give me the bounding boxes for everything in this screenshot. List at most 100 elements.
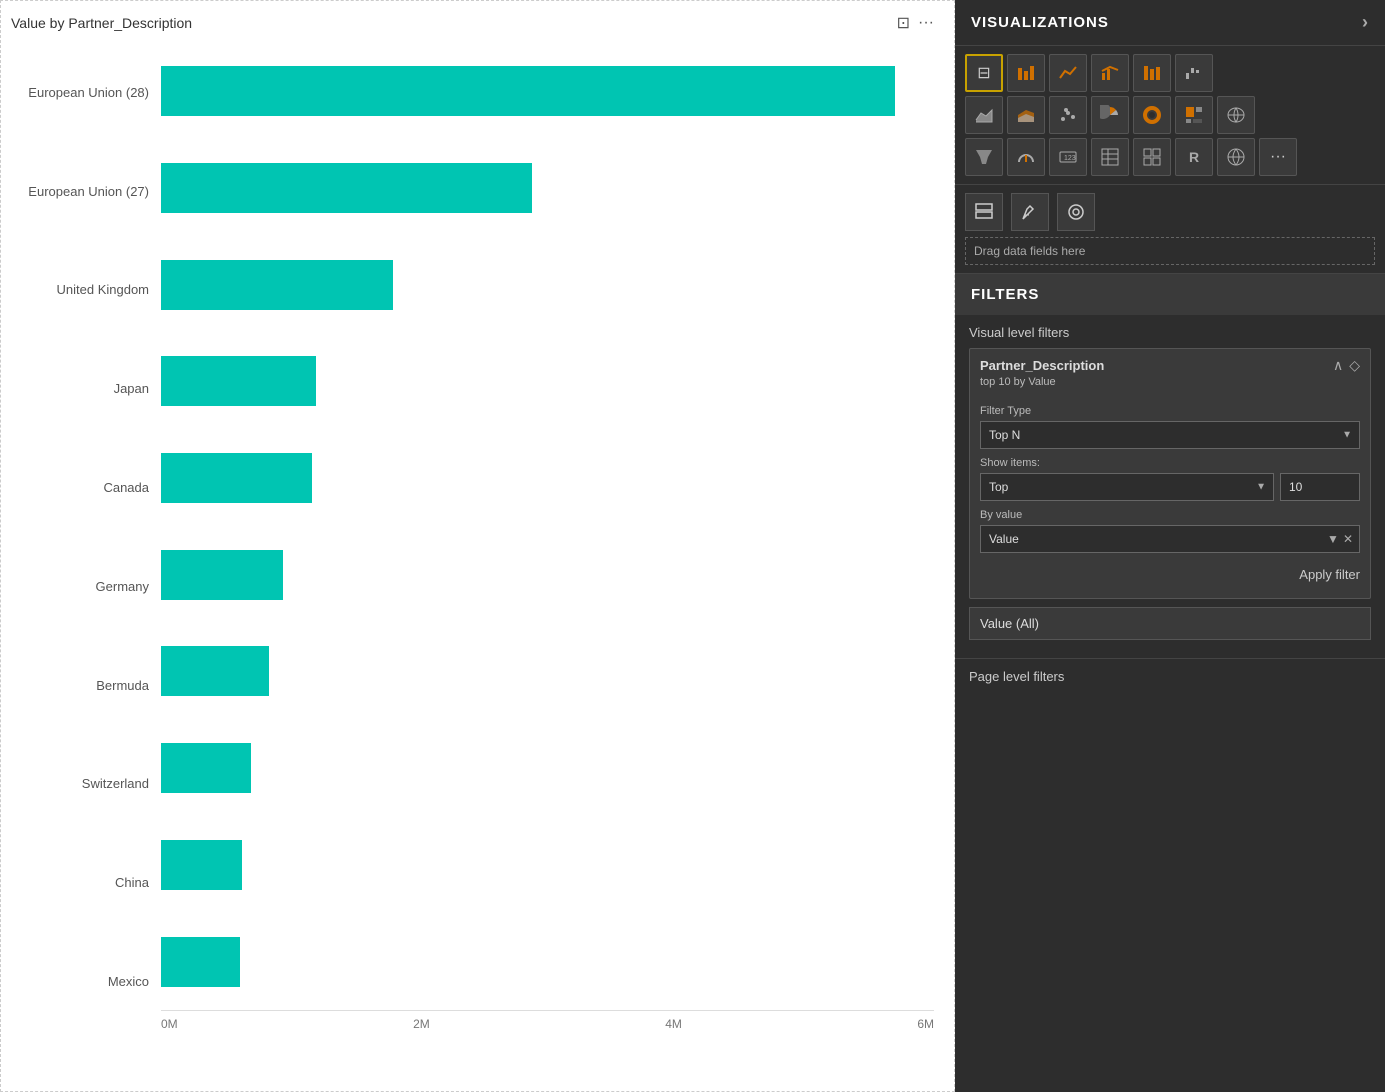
viz-icon-stacked-area[interactable]	[1007, 96, 1045, 134]
x-axis-label: 0M	[161, 1017, 178, 1031]
visualizations-chevron[interactable]: ›	[1362, 12, 1369, 33]
viz-icon-card[interactable]: 123	[1049, 138, 1087, 176]
by-value-clear-icon[interactable]: ✕	[1343, 532, 1353, 546]
viz-icon-funnel[interactable]	[965, 138, 1003, 176]
viz-icon-stacked-bar[interactable]	[1133, 54, 1171, 92]
filter-card: Partner_Description top 10 by Value ∧ ◇ …	[969, 348, 1371, 599]
bar[interactable]	[161, 937, 240, 987]
more-options-icon[interactable]: ···	[918, 14, 934, 32]
by-value-row: Value ▼ ✕	[980, 525, 1360, 553]
bar-row[interactable]	[161, 825, 934, 905]
y-label: Japan	[11, 349, 149, 429]
bar-row[interactable]	[161, 631, 934, 711]
x-axis: 0M2M4M6M	[161, 1010, 934, 1031]
viz-row-2	[965, 96, 1375, 134]
bar[interactable]	[161, 356, 316, 406]
y-label: European Union (28)	[11, 52, 149, 132]
chart-container: European Union (28) European Union (27) Un…	[11, 43, 934, 1031]
bar[interactable]	[161, 743, 251, 793]
viz-icon-table2[interactable]	[1091, 138, 1129, 176]
bar-row[interactable]	[161, 245, 934, 325]
expand-icon[interactable]: ⊡	[897, 13, 910, 33]
show-items-label: Show items:	[980, 457, 1360, 469]
fields-tab-fields[interactable]	[965, 193, 1003, 231]
viz-icon-matrix[interactable]	[1133, 138, 1171, 176]
y-label: Germany	[11, 546, 149, 626]
top-n-number-input[interactable]	[1280, 473, 1360, 501]
filter-card-title: Partner_Description top 10 by Value	[980, 357, 1104, 391]
bar-row[interactable]	[161, 148, 934, 228]
viz-icon-bar[interactable]	[1007, 54, 1045, 92]
chart-area: Value by Partner_Description ⊡ ··· Europ…	[0, 0, 955, 1092]
filter-main-title: Partner_Description	[980, 357, 1104, 375]
by-value-chevron-icon[interactable]: ▼	[1327, 532, 1339, 546]
filter-card-body: Filter Type Top N Basic filtering Advanc…	[970, 399, 1370, 598]
bar-row[interactable]	[161, 922, 934, 1002]
bar[interactable]	[161, 453, 312, 503]
y-label: Mexico	[11, 942, 149, 1022]
apply-filter-button[interactable]: Apply filter	[980, 561, 1360, 588]
bar[interactable]	[161, 163, 532, 213]
x-axis-label: 6M	[917, 1017, 934, 1031]
filter-collapse-icon[interactable]: ∧	[1333, 357, 1343, 374]
viz-icon-area[interactable]	[965, 96, 1003, 134]
viz-icon-waterfall[interactable]	[1175, 54, 1213, 92]
viz-icon-line[interactable]	[1049, 54, 1087, 92]
filter-sub-title: top 10 by Value	[980, 375, 1104, 390]
top-bottom-select[interactable]: Top Bottom	[980, 473, 1274, 501]
viz-icon-scatter[interactable]	[1049, 96, 1087, 134]
filter-clear-icon[interactable]: ◇	[1349, 357, 1360, 374]
fields-tab-analytics[interactable]	[1057, 193, 1095, 231]
chart-title-text: Value by Partner_Description	[11, 15, 192, 31]
filter-type-label: Filter Type	[980, 405, 1360, 417]
chart-title-actions: ⊡ ···	[897, 13, 934, 33]
x-axis-label: 2M	[413, 1017, 430, 1031]
viz-icon-treemap[interactable]	[1175, 96, 1213, 134]
value-all-row[interactable]: Value (All)	[969, 607, 1371, 640]
bar[interactable]	[161, 66, 895, 116]
svg-text:123: 123	[1064, 155, 1076, 162]
right-panel: VISUALIZATIONS › ⊟	[955, 0, 1385, 1092]
bar-row[interactable]	[161, 51, 934, 131]
y-label: European Union (27)	[11, 151, 149, 231]
bar[interactable]	[161, 550, 283, 600]
filter-type-select[interactable]: Top N Basic filtering Advanced filtering	[980, 421, 1360, 449]
chart-title-bar: Value by Partner_Description ⊡ ···	[11, 13, 934, 33]
page-level-filters-label: Page level filters	[955, 658, 1385, 690]
viz-row-1: ⊟	[965, 54, 1375, 92]
y-label: United Kingdom	[11, 250, 149, 330]
y-axis-labels: European Union (28) European Union (27) Un…	[11, 43, 161, 1031]
bar-row[interactable]	[161, 438, 934, 518]
filter-card-header: Partner_Description top 10 by Value ∧ ◇	[970, 349, 1370, 399]
bar-row[interactable]	[161, 728, 934, 808]
bars-area	[161, 43, 934, 1010]
show-items-row: Top Bottom ▼	[980, 473, 1360, 501]
viz-icon-map[interactable]	[1217, 96, 1255, 134]
fields-tab-format[interactable]	[1011, 193, 1049, 231]
bar[interactable]	[161, 260, 393, 310]
visualizations-title: VISUALIZATIONS	[971, 14, 1109, 31]
viz-icon-gauge[interactable]	[1007, 138, 1045, 176]
viz-icon-more[interactable]: ···	[1259, 138, 1297, 176]
filter-type-dropdown-wrapper: Top N Basic filtering Advanced filtering…	[980, 421, 1360, 449]
viz-icon-globe[interactable]	[1217, 138, 1255, 176]
viz-row-3: 123 R ···	[965, 138, 1375, 176]
svg-text:R: R	[1189, 149, 1199, 165]
viz-icon-r[interactable]: R	[1175, 138, 1213, 176]
by-value-label: By value	[980, 509, 1360, 521]
top-dropdown-wrapper: Top Bottom ▼	[980, 473, 1274, 501]
filters-content: Visual level filters Partner_Description…	[955, 315, 1385, 658]
fields-tabs	[965, 193, 1375, 231]
viz-icon-pie[interactable]	[1091, 96, 1129, 134]
bar[interactable]	[161, 840, 242, 890]
bar-row[interactable]	[161, 341, 934, 421]
bar-row[interactable]	[161, 535, 934, 615]
fields-section: Drag data fields here	[955, 185, 1385, 274]
viz-icon-table[interactable]: ⊟	[965, 54, 1003, 92]
y-label: China	[11, 843, 149, 923]
visual-level-label: Visual level filters	[969, 325, 1371, 340]
viz-icon-donut[interactable]	[1133, 96, 1171, 134]
bar[interactable]	[161, 646, 269, 696]
viz-icon-combo[interactable]	[1091, 54, 1129, 92]
y-label: Switzerland	[11, 744, 149, 824]
